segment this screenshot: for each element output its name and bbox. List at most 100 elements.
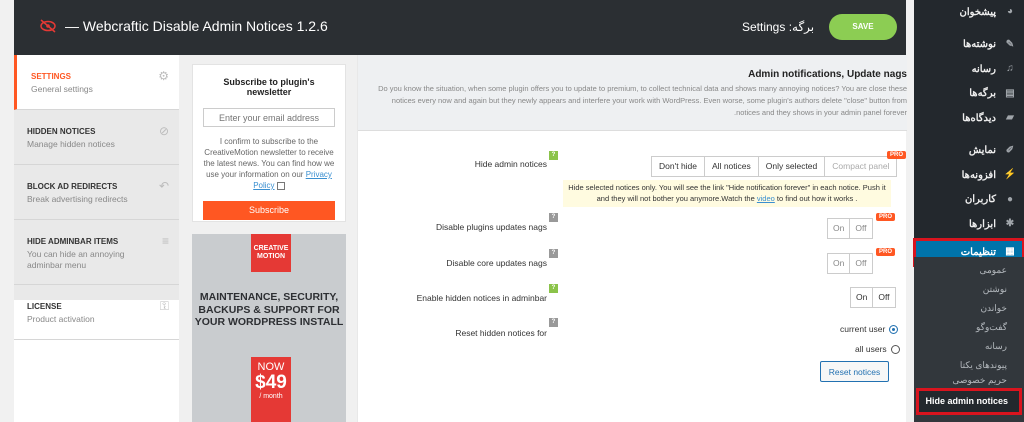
plugin-header: — Webcraftic Disable Admin Notices 1.2.6… <box>14 0 906 55</box>
toggle-on[interactable]: On <box>851 288 874 307</box>
subscribe-button[interactable]: Subscribe <box>203 201 335 220</box>
core-nags-label: Disable core updates nags <box>446 258 547 268</box>
menu-item-pages[interactable]: ▤ برگه‌ها <box>914 82 1024 107</box>
menu-item-posts[interactable]: ✎ نوشته‌ها <box>914 33 1024 58</box>
nav-title: BLOCK AD REDIRECTS <box>27 182 118 191</box>
save-button[interactable]: SAVE <box>829 14 897 40</box>
plugins-nags-toggle[interactable]: On Off <box>827 218 873 239</box>
menu-label: برگه‌ها <box>969 88 996 100</box>
menu-item-comments[interactable]: ▰ دیدگاه‌ها <box>914 106 1024 131</box>
help-icon[interactable]: ? <box>549 249 558 258</box>
reset-label: Reset hidden notices for <box>455 328 547 338</box>
radio-current-user[interactable]: current user <box>840 324 899 334</box>
menu-label: رسانه <box>971 63 996 75</box>
ad-headline: MAINTENANCE, SECURITY, BACKUPS & SUPPORT… <box>194 291 344 328</box>
submenu-media[interactable]: رسانه <box>914 337 1024 356</box>
submenu-general[interactable]: عمومی <box>914 261 1024 280</box>
toggle-off[interactable]: Off <box>850 254 871 273</box>
hide-notices-segmented: Don't hide All notices Only selected Com… <box>651 156 898 177</box>
option-all-notices[interactable]: All notices <box>705 157 759 176</box>
menu-label: دیدگاه‌ها <box>962 112 996 124</box>
nav-desc: Break advertising redirects <box>27 194 128 204</box>
media-icon: ♫ <box>1006 63 1014 75</box>
email-input[interactable] <box>203 108 335 127</box>
help-icon[interactable]: ? <box>549 318 558 327</box>
menu-icon: ≡ <box>161 234 169 248</box>
submenu-discussion[interactable]: گفت‌وگو <box>914 318 1024 337</box>
toggle-off[interactable]: Off <box>873 288 894 307</box>
menu-item-tools[interactable]: ✱ ابزارها <box>914 212 1024 237</box>
toggle-on[interactable]: On <box>828 254 851 273</box>
settings-panel: Admin notifications, Update nags Do you … <box>357 55 907 422</box>
comment-icon: ▰ <box>1006 112 1014 124</box>
radio-button[interactable] <box>889 324 899 334</box>
submenu-privacy[interactable]: حریم خصوصی <box>914 375 1024 385</box>
plugins-nags-label: Disable plugins updates nags <box>435 222 547 232</box>
pro-badge: PRO <box>876 213 896 221</box>
eye-off-icon <box>40 19 56 33</box>
consent-text: I confirm to subscribe to the CreativeMo… <box>203 136 335 191</box>
video-link[interactable]: video <box>757 194 775 203</box>
option-compact-panel[interactable]: Compact panel <box>825 157 896 176</box>
nav-item-hide-adminbar[interactable]: HIDE ADMINBAR ITEMS You can hide an anno… <box>14 220 179 285</box>
consent-checkbox[interactable] <box>276 181 285 190</box>
user-icon: ● <box>1006 193 1014 205</box>
reset-notices-button[interactable]: Reset notices <box>820 361 889 382</box>
menu-label: افزونه‌ها <box>961 169 996 181</box>
pro-badge: PRO <box>876 248 896 256</box>
menu-label: ابزارها <box>968 218 996 230</box>
newsletter-title: Subscribe to plugin's newsletter <box>223 77 315 97</box>
option-dont-hide[interactable]: Don't hide <box>652 157 706 176</box>
price-badge: NOW $49 / month <box>251 357 291 422</box>
menu-item-appearance[interactable]: ✐ نمایش <box>914 139 1024 164</box>
nav-title: HIDDEN NOTICES <box>27 127 96 136</box>
help-icon[interactable]: ? <box>549 284 558 293</box>
panel-intro: Do you know the situation, when some plu… <box>378 84 907 117</box>
promo-column: Subscribe to plugin's newsletter I confi… <box>179 55 357 422</box>
menu-label: نوشته‌ها <box>962 39 996 51</box>
price-now: NOW <box>257 361 285 373</box>
hide-notices-label: Hide admin notices <box>474 159 547 169</box>
help-icon[interactable]: ? <box>549 151 558 160</box>
submenu-permalinks[interactable]: پیوندهای یکتا <box>914 356 1024 375</box>
submenu-reading[interactable]: خواندن <box>914 299 1024 318</box>
adminbar-toggle[interactable]: On Off <box>850 287 896 308</box>
toggle-on[interactable]: On <box>828 219 851 238</box>
creativemotion-logo: CREATIVE MOTION <box>251 234 291 272</box>
plugin-title-text: — Webcraftic Disable Admin Notices 1.2.6 <box>65 18 328 34</box>
menu-item-dashboard[interactable]: ◕ پیشخوان <box>914 0 1024 25</box>
panel-header: Admin notifications, Update nags Do you … <box>358 55 907 131</box>
menu-item-media[interactable]: ♫ رسانه <box>914 57 1024 82</box>
brush-icon: ✐ <box>1005 144 1015 156</box>
eye-slash-icon: ⊘ <box>158 124 169 138</box>
nav-item-block-ad-redirects[interactable]: BLOCK AD REDIRECTS Break advertising red… <box>14 165 179 220</box>
ad-banner[interactable]: CREATIVE MOTION MAINTENANCE, SECURITY, B… <box>192 234 346 422</box>
radio-label: all users <box>855 344 887 354</box>
menu-item-plugins[interactable]: ⚡ افزونه‌ها <box>914 163 1024 188</box>
plugin-icon: ⚡ <box>1003 169 1016 181</box>
dashboard-icon: ◕ <box>1006 6 1014 18</box>
menu-item-users[interactable]: ● کاربران <box>914 188 1024 213</box>
key-icon: ⚿ <box>159 299 169 313</box>
nav-desc: Product activation <box>27 314 95 324</box>
core-nags-toggle[interactable]: On Off <box>827 253 873 274</box>
nav-item-settings[interactable]: SETTINGS General settings ⚙ <box>14 55 179 110</box>
radio-button[interactable] <box>890 344 900 354</box>
nav-item-license[interactable]: LICENSE Product activation ⚿ <box>14 285 179 340</box>
price-period: / month <box>259 393 283 400</box>
submenu-hide-admin-notices[interactable]: Hide admin notices <box>916 388 1022 415</box>
help-icon[interactable]: ? <box>549 213 558 222</box>
newsletter-box: Subscribe to plugin's newsletter I confi… <box>192 64 346 222</box>
nav-title: SETTINGS <box>31 72 72 81</box>
toggle-off[interactable]: Off <box>850 219 871 238</box>
nav-item-hidden-notices[interactable]: HIDDEN NOTICES Manage hidden notices ⊘ <box>14 110 179 165</box>
option-only-selected[interactable]: Only selected <box>759 157 826 176</box>
price-amount: $49 <box>255 372 287 393</box>
radio-all-users[interactable]: all users <box>855 344 900 354</box>
nav-title: HIDE ADMINBAR ITEMS <box>27 237 119 246</box>
hide-notices-hint: Hide selected notices only. You will see… <box>563 180 891 207</box>
hint-end: to find out how it works . <box>776 194 858 203</box>
pro-badge: PRO <box>887 151 907 159</box>
panel-heading: Admin notifications, Update nags <box>748 69 907 80</box>
submenu-writing[interactable]: نوشتن <box>914 280 1024 299</box>
